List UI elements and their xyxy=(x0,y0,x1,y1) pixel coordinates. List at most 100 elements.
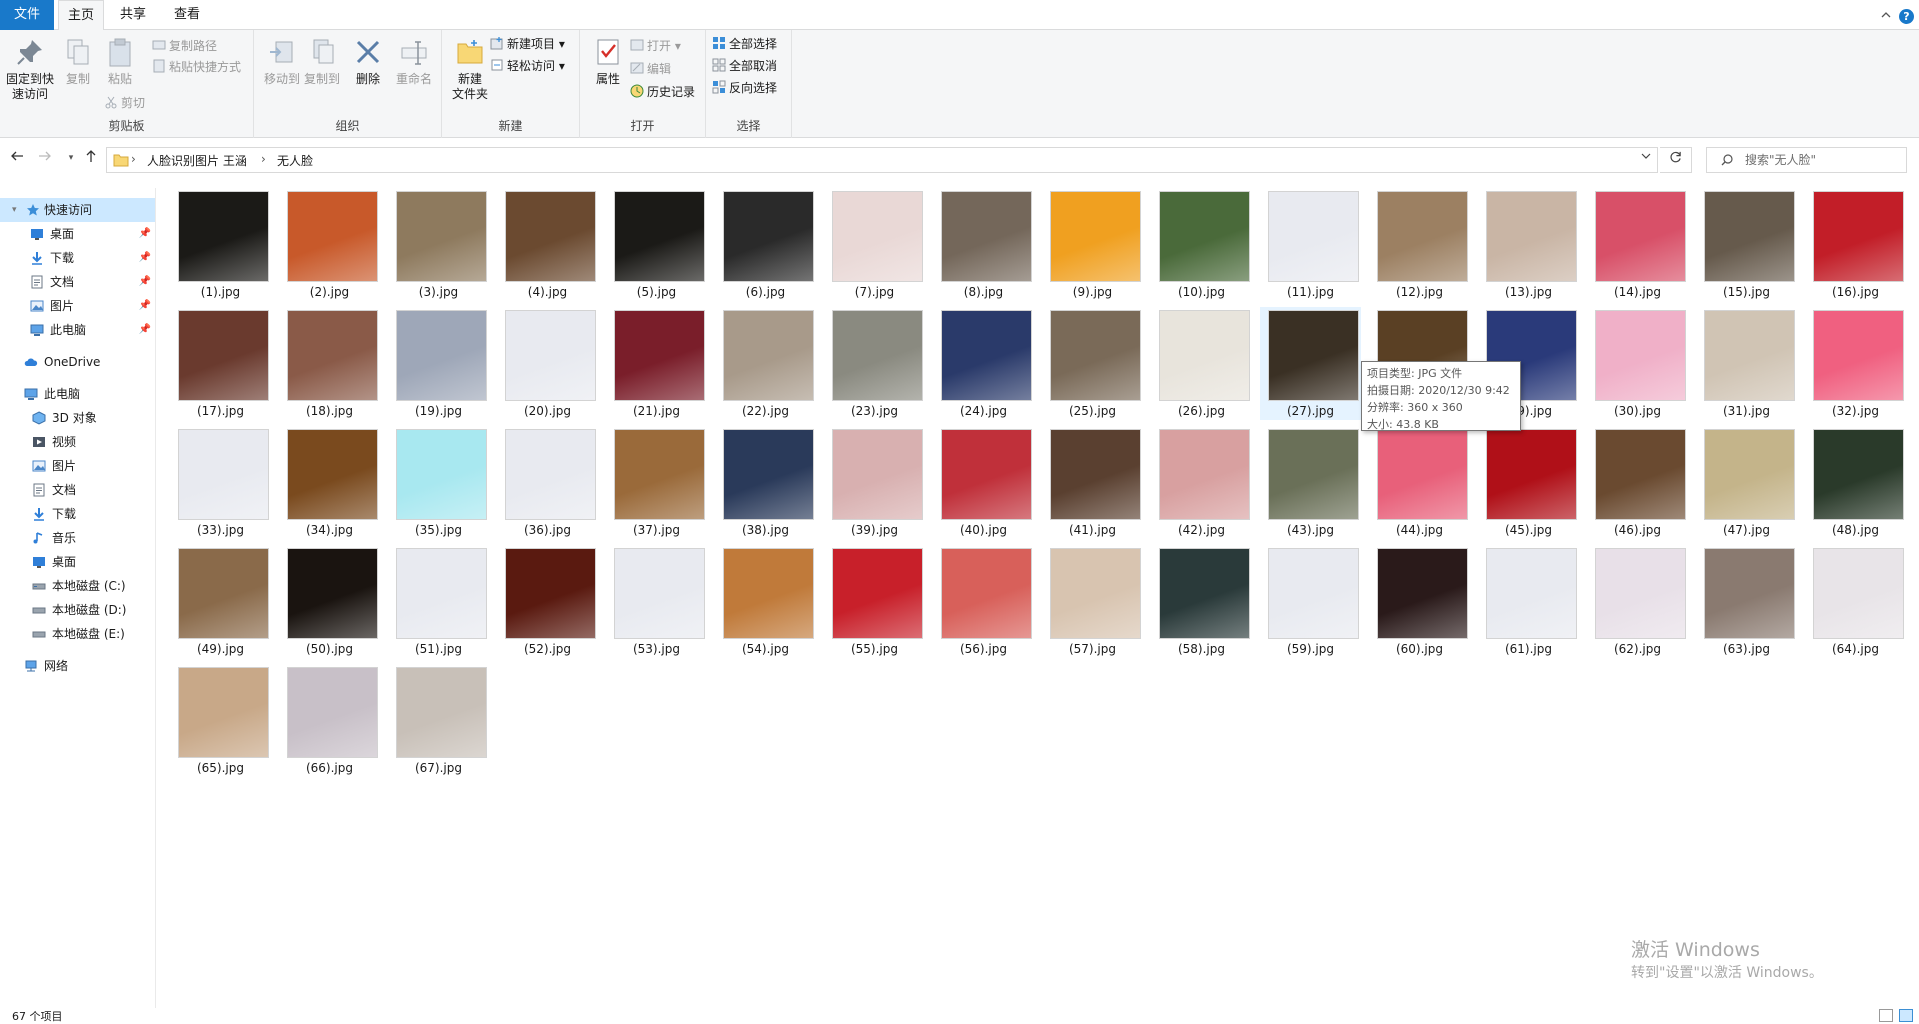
file-item[interactable]: (31).jpg xyxy=(1696,307,1797,420)
file-item[interactable]: (6).jpg xyxy=(715,188,816,301)
file-item[interactable]: (4).jpg xyxy=(497,188,598,301)
file-item[interactable]: (37).jpg xyxy=(606,426,707,539)
file-item[interactable]: (3).jpg xyxy=(388,188,489,301)
details-view-icon[interactable] xyxy=(1878,1009,1893,1022)
nav-drive-d[interactable]: 本地磁盘 (D:) xyxy=(0,598,155,622)
file-item[interactable]: (25).jpg xyxy=(1042,307,1143,420)
file-item[interactable]: (63).jpg xyxy=(1696,545,1797,658)
rename-button[interactable]: 重命名 xyxy=(388,34,440,87)
properties-button[interactable]: 属性 xyxy=(582,34,634,87)
nav-desktop-pinned[interactable]: 桌面 📌 xyxy=(0,222,155,246)
file-item[interactable]: (30).jpg xyxy=(1587,307,1688,420)
breadcrumb-item-current[interactable]: 无人脸 xyxy=(277,152,313,169)
file-item[interactable]: (34).jpg xyxy=(279,426,380,539)
file-item[interactable]: (5).jpg xyxy=(606,188,707,301)
nav-3d-objects[interactable]: 3D 对象 xyxy=(0,406,155,430)
nav-music[interactable]: 音乐 xyxy=(0,526,155,550)
file-item[interactable]: (17).jpg xyxy=(170,307,271,420)
nav-quick-access[interactable]: ▾ 快速访问 xyxy=(0,198,155,222)
large-icons-view-icon[interactable] xyxy=(1899,1009,1913,1022)
file-item[interactable]: (57).jpg xyxy=(1042,545,1143,658)
file-item[interactable]: (2).jpg xyxy=(279,188,380,301)
delete-button[interactable]: 删除 xyxy=(342,34,394,87)
file-item[interactable]: (51).jpg xyxy=(388,545,489,658)
file-item[interactable]: (41).jpg xyxy=(1042,426,1143,539)
file-item[interactable]: (47).jpg xyxy=(1696,426,1797,539)
cut-button[interactable]: 剪切 xyxy=(104,93,145,113)
tab-file[interactable]: 文件 xyxy=(0,0,54,30)
file-item[interactable]: (65).jpg xyxy=(170,664,271,777)
collapse-ribbon-icon[interactable] xyxy=(1881,8,1891,22)
select-none-button[interactable]: 全部取消 xyxy=(712,56,777,76)
address-bar[interactable]: › 人脸识别图片 王涵 › 无人脸 xyxy=(106,147,1658,173)
file-item[interactable]: (24).jpg xyxy=(933,307,1034,420)
forward-arrow-icon[interactable] xyxy=(36,149,54,167)
file-item[interactable]: (23).jpg xyxy=(824,307,925,420)
pin-quick-access-button[interactable]: 固定到快 速访问 xyxy=(4,34,56,102)
file-item[interactable]: (33).jpg xyxy=(170,426,271,539)
file-item[interactable]: (64).jpg xyxy=(1805,545,1906,658)
file-item[interactable]: (19).jpg xyxy=(388,307,489,420)
file-item[interactable]: (1).jpg xyxy=(170,188,271,301)
file-item[interactable]: (52).jpg xyxy=(497,545,598,658)
paste-shortcut-button[interactable]: 粘贴快捷方式 xyxy=(152,57,241,77)
file-item[interactable]: (35).jpg xyxy=(388,426,489,539)
file-item[interactable]: (9).jpg xyxy=(1042,188,1143,301)
recent-locations-chevron-icon[interactable]: ▾ xyxy=(62,149,80,167)
copy-to-button[interactable]: 复制到 xyxy=(296,34,348,87)
file-item[interactable]: (10).jpg xyxy=(1151,188,1252,301)
file-item[interactable]: (32).jpg xyxy=(1805,307,1906,420)
file-item[interactable]: (48).jpg xyxy=(1805,426,1906,539)
file-item[interactable]: (15).jpg xyxy=(1696,188,1797,301)
help-icon[interactable]: ? xyxy=(1899,9,1914,24)
file-item[interactable]: (26).jpg xyxy=(1151,307,1252,420)
nav-this-pc[interactable]: 此电脑 xyxy=(0,382,155,406)
nav-documents[interactable]: 文档 xyxy=(0,478,155,502)
nav-pictures-pinned[interactable]: 图片 📌 xyxy=(0,294,155,318)
nav-downloads-pinned[interactable]: 下载 📌 xyxy=(0,246,155,270)
history-button[interactable]: 历史记录 xyxy=(630,82,695,102)
nav-network[interactable]: 网络 xyxy=(0,654,155,678)
nav-downloads[interactable]: 下载 xyxy=(0,502,155,526)
nav-drive-e[interactable]: 本地磁盘 (E:) xyxy=(0,622,155,646)
file-item[interactable]: (46).jpg xyxy=(1587,426,1688,539)
file-item[interactable]: (67).jpg xyxy=(388,664,489,777)
file-item[interactable]: (16).jpg xyxy=(1805,188,1906,301)
file-item[interactable]: (44).jpg xyxy=(1369,426,1470,539)
nav-this-pc-pinned[interactable]: 此电脑 📌 xyxy=(0,318,155,342)
file-item[interactable]: (53).jpg xyxy=(606,545,707,658)
file-item[interactable]: (36).jpg xyxy=(497,426,598,539)
file-item[interactable]: (56).jpg xyxy=(933,545,1034,658)
nav-videos[interactable]: 视频 xyxy=(0,430,155,454)
invert-selection-button[interactable]: 反向选择 xyxy=(712,78,777,98)
file-item[interactable]: (39).jpg xyxy=(824,426,925,539)
file-item[interactable]: (45).jpg xyxy=(1478,426,1579,539)
file-item[interactable]: (55).jpg xyxy=(824,545,925,658)
file-item[interactable]: (61).jpg xyxy=(1478,545,1579,658)
file-item[interactable]: (27).jpg xyxy=(1260,307,1361,420)
file-item[interactable]: (7).jpg xyxy=(824,188,925,301)
refresh-button[interactable] xyxy=(1660,147,1692,173)
paste-button[interactable]: 粘贴 xyxy=(94,34,146,87)
open-button[interactable]: 打开 ▾ xyxy=(630,36,681,56)
file-item[interactable]: (54).jpg xyxy=(715,545,816,658)
file-item[interactable]: (22).jpg xyxy=(715,307,816,420)
back-arrow-icon[interactable] xyxy=(8,149,26,167)
file-item[interactable]: (66).jpg xyxy=(279,664,380,777)
file-item[interactable]: (62).jpg xyxy=(1587,545,1688,658)
file-item[interactable]: (13).jpg xyxy=(1478,188,1579,301)
file-item[interactable]: (11).jpg xyxy=(1260,188,1361,301)
search-input[interactable]: 搜索"无人脸" xyxy=(1706,147,1907,173)
address-dropdown-icon[interactable] xyxy=(1641,152,1651,163)
file-item[interactable]: (40).jpg xyxy=(933,426,1034,539)
file-item[interactable]: (18).jpg xyxy=(279,307,380,420)
nav-pictures[interactable]: 图片 xyxy=(0,454,155,478)
tab-view[interactable]: 查看 xyxy=(162,0,212,30)
tab-share[interactable]: 共享 xyxy=(108,0,158,30)
edit-button[interactable]: 编辑 xyxy=(630,59,671,79)
copy-path-button[interactable]: 复制路径 xyxy=(152,36,217,56)
nav-drive-c[interactable]: 本地磁盘 (C:) xyxy=(0,574,155,598)
file-item[interactable]: (12).jpg xyxy=(1369,188,1470,301)
file-item[interactable]: (59).jpg xyxy=(1260,545,1361,658)
file-item[interactable]: (49).jpg xyxy=(170,545,271,658)
